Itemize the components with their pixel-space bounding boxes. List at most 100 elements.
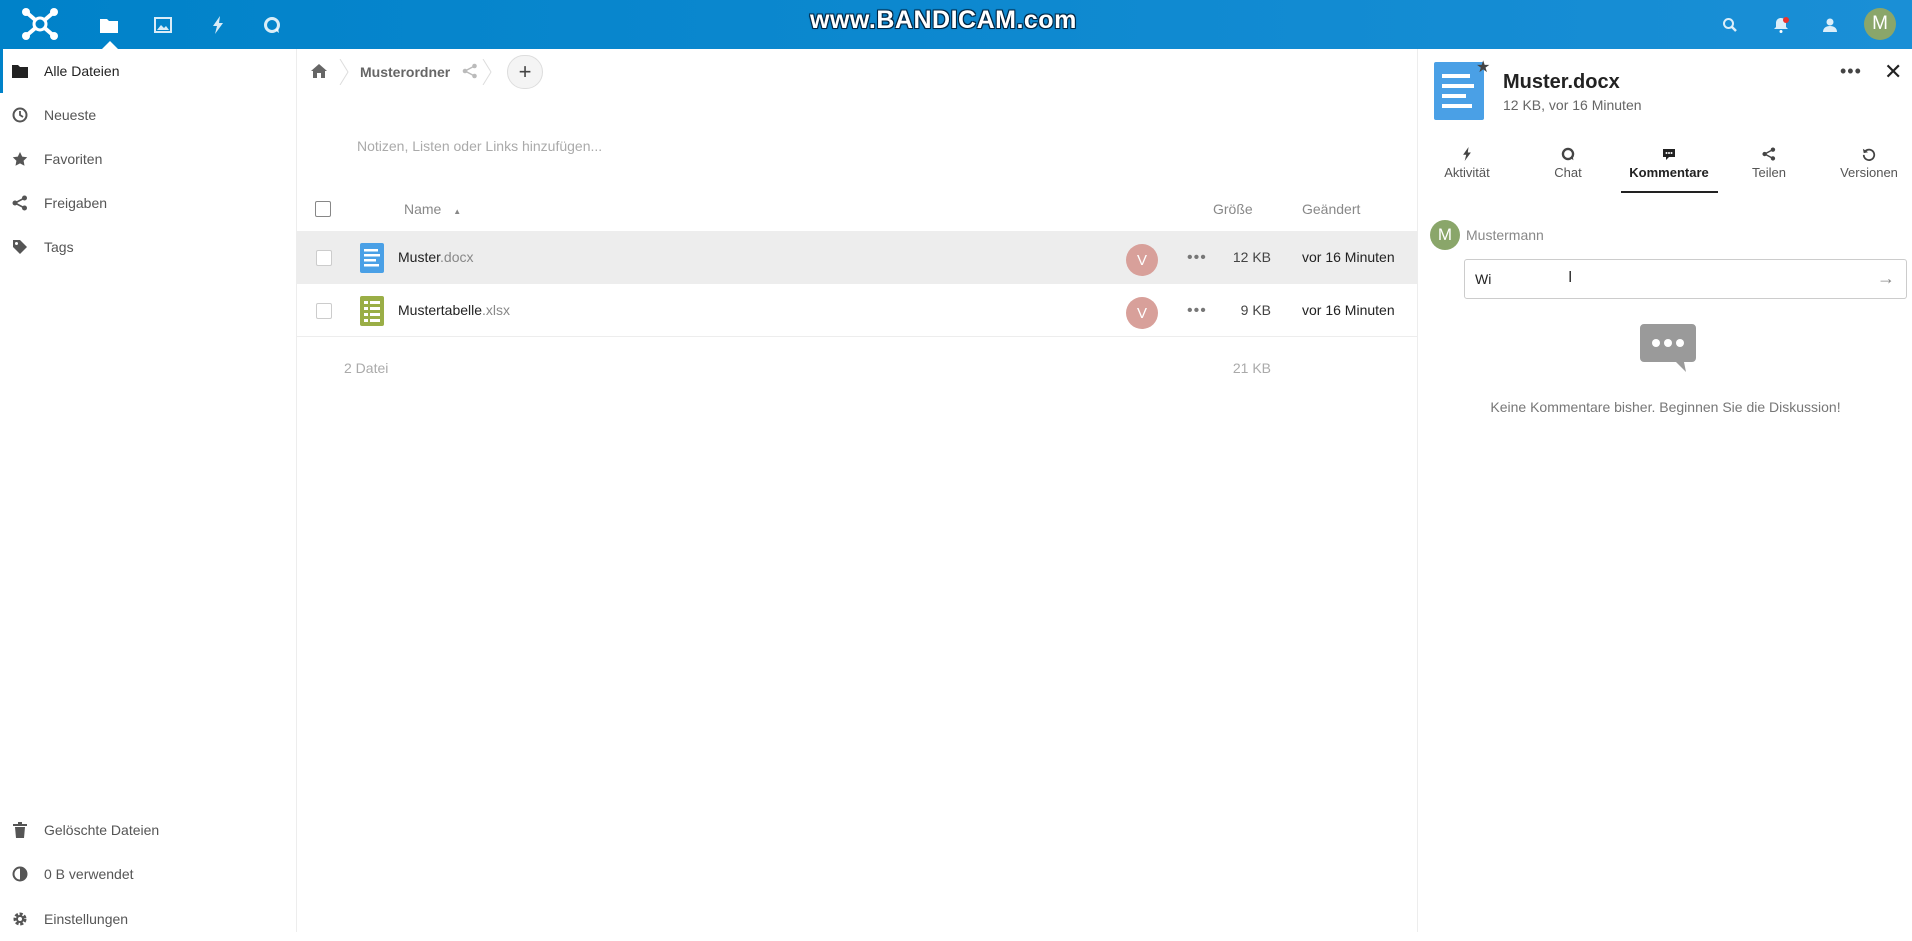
details-subtitle: 12 KB, vor 16 Minuten bbox=[1503, 97, 1642, 113]
chat-icon bbox=[1519, 145, 1617, 163]
tab-comments[interactable]: Kommentare bbox=[1620, 145, 1718, 180]
sidebar-item-shares[interactable]: Freigaben bbox=[0, 181, 296, 225]
more-actions-button[interactable]: ••• bbox=[1187, 302, 1207, 320]
tab-label: Teilen bbox=[1752, 165, 1786, 180]
file-size: 9 KB bbox=[1240, 302, 1271, 318]
empty-comments-message: Keine Kommentare bisher. Beginnen Sie di… bbox=[1490, 399, 1841, 415]
active-app-indicator bbox=[102, 41, 118, 49]
tab-versions[interactable]: Versionen bbox=[1820, 145, 1912, 180]
quota-icon bbox=[12, 866, 28, 882]
table-header: Name ▲ Größe Geändert bbox=[297, 187, 1417, 231]
file-size: 12 KB bbox=[1232, 249, 1271, 265]
tab-sharing[interactable]: Teilen bbox=[1720, 145, 1818, 180]
sidebar-item-label: 0 B verwendet bbox=[44, 866, 134, 882]
file-name[interactable]: Mustertabelle.xlsx bbox=[398, 302, 510, 318]
history-icon bbox=[1820, 145, 1912, 163]
share-avatar[interactable]: V bbox=[1126, 244, 1158, 276]
table-row[interactable]: Muster.docx V ••• 12 KB vor 16 Minuten bbox=[297, 231, 1417, 284]
table-row[interactable]: Mustertabelle.xlsx V ••• 9 KB vor 16 Min… bbox=[297, 284, 1417, 337]
clock-icon bbox=[12, 107, 28, 123]
file-extension: .docx bbox=[440, 249, 474, 265]
sidebar-item-settings[interactable]: Einstellungen bbox=[0, 897, 296, 941]
file-extension: .xlsx bbox=[482, 302, 511, 318]
summary-file-count: 2 Datei bbox=[344, 360, 389, 376]
breadcrumb-folder[interactable]: Musterordner bbox=[360, 64, 450, 80]
document-icon bbox=[360, 243, 384, 276]
row-checkbox[interactable] bbox=[316, 250, 332, 266]
sidebar-item-recent[interactable]: Neueste bbox=[0, 93, 296, 137]
send-comment-button[interactable]: → bbox=[1877, 268, 1895, 289]
sidebar-item-label: Gelöschte Dateien bbox=[44, 822, 160, 838]
contacts-icon[interactable] bbox=[1818, 12, 1844, 38]
new-button[interactable]: + bbox=[507, 55, 543, 89]
gear-icon bbox=[12, 911, 28, 927]
file-modified: vor 16 Minuten bbox=[1302, 249, 1395, 265]
empty-comments-icon bbox=[1640, 324, 1696, 374]
share-icon bbox=[1720, 145, 1818, 163]
more-actions-button[interactable]: ••• bbox=[1187, 249, 1207, 267]
home-icon[interactable] bbox=[311, 63, 327, 82]
favorite-star-icon[interactable]: ★ bbox=[1476, 57, 1490, 77]
sidebar-item-label: Neueste bbox=[44, 107, 97, 123]
details-more-button[interactable]: ••• bbox=[1840, 61, 1862, 82]
file-name[interactable]: Muster.docx bbox=[398, 249, 473, 265]
bandicam-watermark: www.BANDICAM.com bbox=[810, 6, 1077, 34]
row-checkbox[interactable] bbox=[316, 303, 332, 319]
sidebar-item-label: Favoriten bbox=[44, 151, 103, 167]
sidebar-item-quota: 0 B verwendet bbox=[0, 852, 296, 896]
share-icon bbox=[12, 195, 28, 211]
sidebar-item-label: Freigaben bbox=[44, 195, 108, 211]
activity-icon bbox=[1418, 145, 1516, 163]
sidebar-item-tags[interactable]: Tags bbox=[0, 225, 296, 269]
files-icon[interactable] bbox=[96, 12, 122, 38]
breadcrumb-separator bbox=[339, 58, 349, 86]
tab-label: Versionen bbox=[1840, 165, 1898, 180]
comment-icon bbox=[1620, 145, 1718, 163]
share-avatar[interactable]: V bbox=[1126, 297, 1158, 329]
sidebar-item-label: Alle Dateien bbox=[44, 63, 120, 79]
activity-icon[interactable] bbox=[205, 12, 231, 38]
file-modified: vor 16 Minuten bbox=[1302, 302, 1395, 318]
file-list-area: Musterordner + Notizen, Listen oder Link… bbox=[297, 49, 1417, 932]
breadcrumb: Musterordner + bbox=[297, 49, 1417, 95]
tag-icon bbox=[12, 239, 28, 255]
sidebar-item-label: Einstellungen bbox=[44, 911, 129, 927]
share-icon[interactable] bbox=[462, 63, 478, 82]
nextcloud-logo[interactable] bbox=[18, 6, 62, 42]
comment-input[interactable] bbox=[1464, 259, 1907, 299]
close-icon[interactable]: ✕ bbox=[1884, 59, 1902, 85]
sort-asc-icon: ▲ bbox=[453, 207, 462, 216]
text-cursor-icon: I bbox=[1568, 269, 1573, 286]
tab-chat[interactable]: Chat bbox=[1519, 145, 1617, 180]
sidebar-item-deleted-files[interactable]: Gelöschte Dateien bbox=[0, 808, 296, 852]
folder-icon bbox=[12, 63, 28, 79]
top-header: www.BANDICAM.com M bbox=[0, 0, 1912, 49]
column-modified[interactable]: Geändert bbox=[1302, 201, 1360, 217]
tab-label: Kommentare bbox=[1629, 165, 1709, 180]
column-name[interactable]: Name ▲ bbox=[404, 201, 461, 217]
trash-icon bbox=[12, 822, 28, 838]
search-icon[interactable] bbox=[1717, 12, 1743, 38]
tab-label: Aktivität bbox=[1444, 165, 1490, 180]
rich-workspace-placeholder[interactable]: Notizen, Listen oder Links hinzufügen... bbox=[357, 138, 602, 154]
star-icon bbox=[12, 151, 28, 167]
tab-label: Chat bbox=[1554, 165, 1582, 180]
breadcrumb-separator bbox=[482, 58, 492, 86]
select-all-checkbox[interactable] bbox=[315, 201, 331, 217]
comment-author-avatar: M bbox=[1430, 220, 1460, 250]
file-basename: Muster bbox=[398, 249, 441, 265]
sidebar-item-all-files[interactable]: Alle Dateien bbox=[0, 49, 296, 93]
sidebar-item-favorites[interactable]: Favoriten bbox=[0, 137, 296, 181]
column-size[interactable]: Größe bbox=[1213, 201, 1253, 217]
talk-icon[interactable] bbox=[259, 12, 285, 38]
active-tab-underline bbox=[1621, 191, 1718, 193]
notifications-icon[interactable] bbox=[1768, 12, 1794, 38]
user-avatar[interactable]: M bbox=[1864, 8, 1896, 40]
spreadsheet-icon bbox=[360, 296, 384, 329]
comment-author-name: Mustermann bbox=[1466, 227, 1544, 243]
navigation-sidebar: Alle Dateien Neueste Favoriten Freigaben… bbox=[0, 49, 297, 932]
tab-activity[interactable]: Aktivität bbox=[1418, 145, 1516, 180]
column-name-label: Name bbox=[404, 201, 442, 217]
details-sidebar: ★ Muster.docx 12 KB, vor 16 Minuten ••• … bbox=[1417, 49, 1912, 932]
photos-icon[interactable] bbox=[150, 12, 176, 38]
